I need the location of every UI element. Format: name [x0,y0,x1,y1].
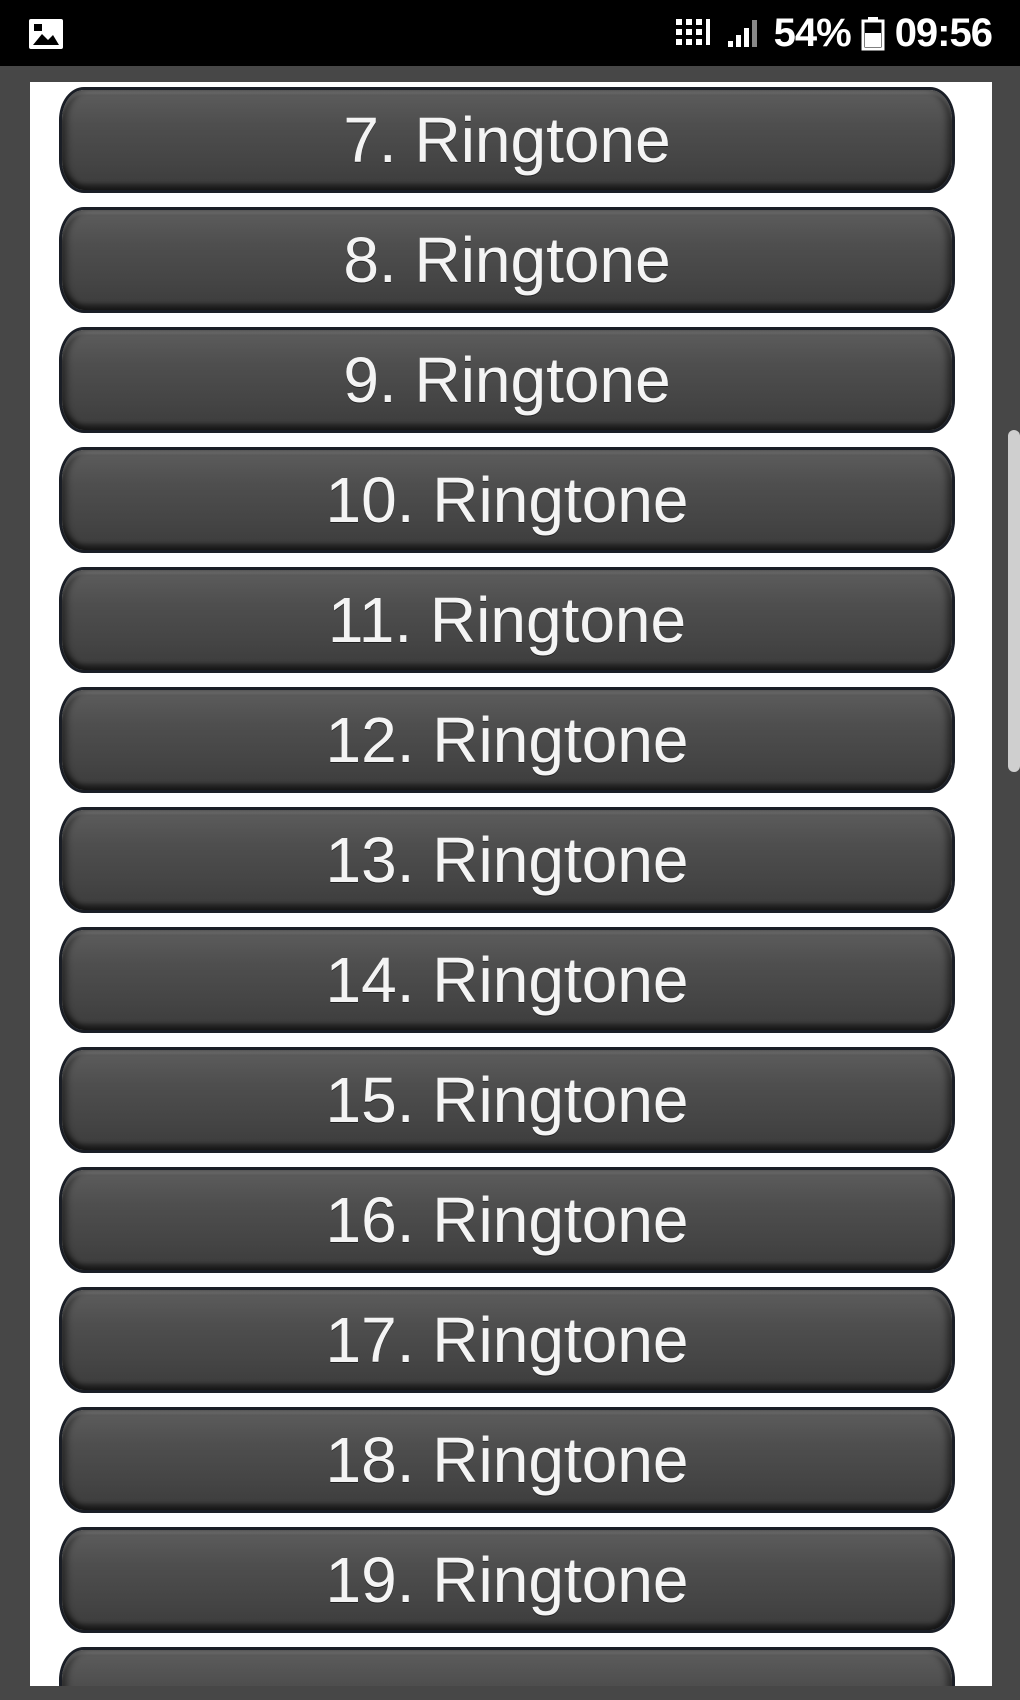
ringtone-button[interactable]: 10. Ringtone [62,450,952,550]
ringtone-label: 11. Ringtone [327,584,687,656]
signal-icon [724,13,764,53]
ringtone-button[interactable]: 14. Ringtone [62,930,952,1030]
ringtone-label: 17. Ringtone [325,1304,689,1376]
scrollbar[interactable] [1008,430,1020,772]
ringtone-label: 8. Ringtone [343,224,671,296]
ringtone-button[interactable]: 7. Ringtone [62,90,952,190]
ringtone-label: 13. Ringtone [325,824,689,896]
ringtone-button[interactable]: 12. Ringtone [62,690,952,790]
ringtone-button[interactable]: 8. Ringtone [62,210,952,310]
ringtone-label: 15. Ringtone [325,1064,689,1136]
ringtone-label: 7. Ringtone [343,104,671,176]
status-bar: 54% 09:56 [0,0,1020,66]
data-icon [674,13,714,53]
ringtone-button[interactable]: 19. Ringtone [62,1530,952,1630]
ringtone-label: 18. Ringtone [325,1424,689,1496]
ringtone-label: 14. Ringtone [325,944,689,1016]
ringtone-button[interactable]: 18. Ringtone [62,1410,952,1510]
ringtone-label: 9. Ringtone [343,344,671,416]
ringtone-label: 12. Ringtone [325,704,689,776]
battery-icon [861,13,885,53]
clock: 09:56 [894,10,993,55]
ringtone-button[interactable]: 13. Ringtone [62,810,952,910]
ringtone-label: 19. Ringtone [325,1544,689,1616]
ringtone-button[interactable]: 11. Ringtone [62,570,952,670]
ringtone-list: 7. Ringtone 8. Ringtone 9. Ringtone 10. Rin… [62,90,988,1686]
battery-percent: 54% [773,10,852,55]
ringtone-button[interactable]: 15. Ringtone [62,1050,952,1150]
gallery-icon [28,18,64,50]
ringtone-button[interactable]: 9. Ringtone [62,330,952,430]
ringtone-button-partial[interactable] [62,1650,952,1686]
app-content: 7. Ringtone 8. Ringtone 9. Ringtone 10. Rin… [0,66,1020,1700]
ringtone-button[interactable]: 17. Ringtone [62,1290,952,1390]
ringtone-panel: 7. Ringtone 8. Ringtone 9. Ringtone 10. Rin… [30,82,992,1686]
ringtone-button[interactable]: 16. Ringtone [62,1170,952,1270]
ringtone-label: 10. Ringtone [325,464,689,536]
ringtone-label: 16. Ringtone [325,1184,689,1256]
